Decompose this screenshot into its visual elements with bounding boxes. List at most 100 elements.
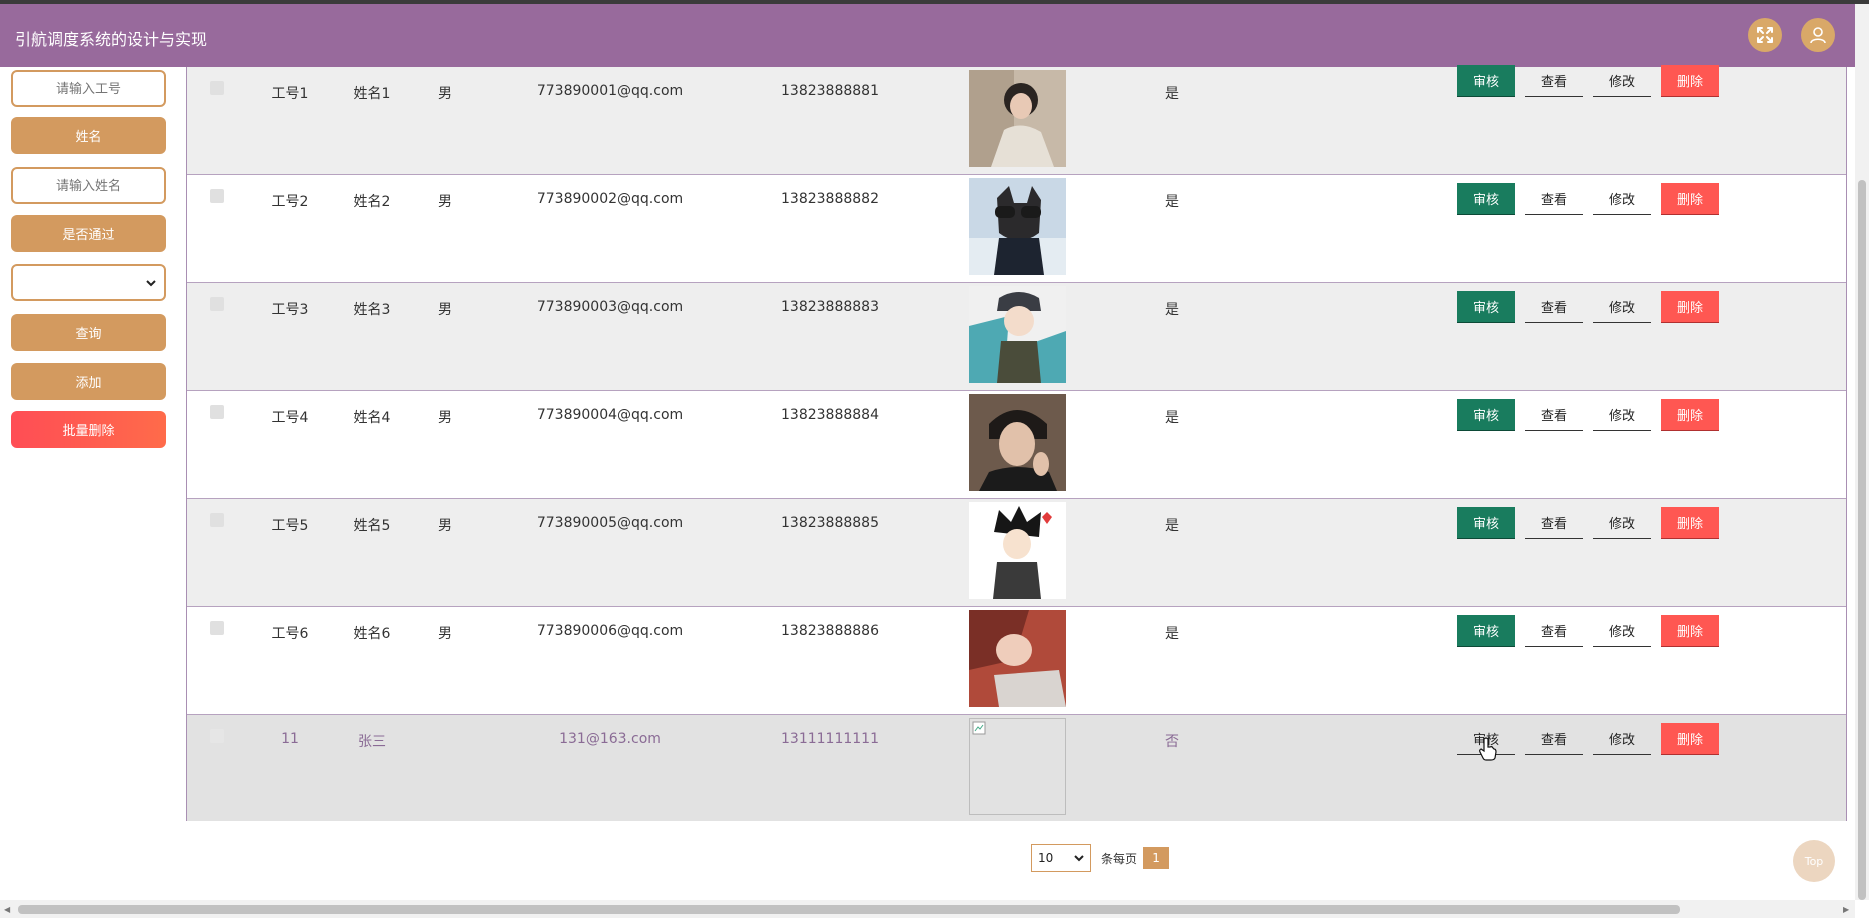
row-checkbox[interactable] <box>210 405 224 419</box>
passed-select[interactable] <box>11 264 166 301</box>
table-row: 工号2 姓名2 男 773890002@qq.com 13823888882 是… <box>187 175 1846 283</box>
name-cell: 姓名5 <box>353 518 391 534</box>
name-cell: 姓名2 <box>353 194 391 210</box>
audit-button[interactable]: 审核 <box>1457 399 1515 431</box>
phone-cell: 13823888885 <box>781 515 879 531</box>
audit-button[interactable]: 审核 <box>1457 183 1515 215</box>
edit-button[interactable]: 修改 <box>1593 291 1651 323</box>
page-number-current[interactable]: 1 <box>1143 847 1170 869</box>
add-button[interactable]: 添加 <box>11 363 166 400</box>
hand-cursor-icon <box>1479 737 1497 761</box>
phone-cell: 13823888881 <box>781 83 879 99</box>
passed-cell: 是 <box>1165 518 1179 534</box>
row-checkbox[interactable] <box>210 729 224 743</box>
passed-cell: 是 <box>1165 86 1179 102</box>
email-cell: 773890005@qq.com <box>536 515 684 531</box>
name-cell: 张三 <box>358 734 386 750</box>
delete-button[interactable]: 删除 <box>1661 65 1719 97</box>
row-checkbox[interactable] <box>210 81 224 95</box>
email-cell: 773890002@qq.com <box>536 191 684 207</box>
emp-no-cell: 工号2 <box>271 194 309 210</box>
delete-button[interactable]: 删除 <box>1661 291 1719 323</box>
edit-button[interactable]: 修改 <box>1593 183 1651 215</box>
back-to-top-button[interactable]: Top <box>1793 840 1835 882</box>
row-checkbox[interactable] <box>210 621 224 635</box>
phone-cell: 13823888886 <box>781 623 879 639</box>
search-sidebar: 姓名 是否通过 查询 添加 批量删除 <box>0 67 180 900</box>
view-button[interactable]: 查看 <box>1525 65 1583 97</box>
avatar-photo[interactable] <box>969 178 1066 275</box>
delete-button[interactable]: 删除 <box>1661 723 1719 755</box>
audit-button[interactable]: 审核 <box>1457 291 1515 323</box>
batch-delete-button[interactable]: 批量删除 <box>11 411 166 448</box>
horizontal-scrollbar-thumb[interactable] <box>18 905 1680 914</box>
horizontal-scrollbar[interactable]: ◀ ▶ <box>0 900 1855 918</box>
delete-button[interactable]: 删除 <box>1661 507 1719 539</box>
scroll-right-arrow-icon[interactable]: ▶ <box>1843 905 1849 914</box>
email-cell: 773890003@qq.com <box>536 299 684 315</box>
view-button[interactable]: 查看 <box>1525 291 1583 323</box>
emp-no-cell: 工号4 <box>271 410 309 426</box>
delete-button[interactable]: 删除 <box>1661 615 1719 647</box>
vertical-scrollbar-thumb[interactable] <box>1858 180 1866 900</box>
fullscreen-button[interactable] <box>1748 18 1782 52</box>
edit-button[interactable]: 修改 <box>1593 399 1651 431</box>
audit-button[interactable]: 审核 <box>1457 507 1515 539</box>
avatar-photo[interactable] <box>969 718 1066 815</box>
name-input[interactable] <box>11 167 166 204</box>
edit-button[interactable]: 修改 <box>1593 507 1651 539</box>
page-size-value: 10 <box>1038 851 1054 865</box>
table-row: 工号5 姓名5 男 773890005@qq.com 13823888885 是… <box>187 499 1846 607</box>
view-button[interactable]: 查看 <box>1525 615 1583 647</box>
delete-button[interactable]: 删除 <box>1661 183 1719 215</box>
gender-cell: 男 <box>438 626 452 642</box>
search-button[interactable]: 查询 <box>11 314 166 351</box>
view-button[interactable]: 查看 <box>1525 399 1583 431</box>
name-cell: 姓名1 <box>353 86 391 102</box>
edit-button[interactable]: 修改 <box>1593 65 1651 97</box>
audit-button[interactable]: 审核 <box>1457 615 1515 647</box>
row-checkbox[interactable] <box>210 297 224 311</box>
user-button[interactable] <box>1801 18 1835 52</box>
name-label: 姓名 <box>11 117 166 154</box>
chevron-down-icon <box>146 279 156 286</box>
avatar-photo[interactable] <box>969 394 1066 491</box>
passed-label: 是否通过 <box>11 215 166 252</box>
passed-cell: 是 <box>1165 626 1179 642</box>
pagination: 10 条每页 1 <box>1031 843 1170 873</box>
page-size-select[interactable]: 10 <box>1031 844 1091 872</box>
view-button[interactable]: 查看 <box>1525 723 1583 755</box>
gender-cell: 男 <box>438 410 452 426</box>
phone-cell: 13823888883 <box>781 299 879 315</box>
row-checkbox[interactable] <box>210 189 224 203</box>
avatar-photo[interactable] <box>969 502 1066 599</box>
avatar-photo[interactable] <box>969 610 1066 707</box>
view-button[interactable]: 查看 <box>1525 183 1583 215</box>
gender-cell: 男 <box>438 194 452 210</box>
employee-no-input[interactable] <box>11 70 166 107</box>
avatar-photo[interactable] <box>969 286 1066 383</box>
table-row: 11 张三 131@163.com 13111111111 否 审核 查看 修改… <box>187 715 1846 821</box>
app-title: 引航调度系统的设计与实现 <box>15 30 208 49</box>
gender-cell: 男 <box>438 86 452 102</box>
edit-button[interactable]: 修改 <box>1593 615 1651 647</box>
passed-cell: 是 <box>1165 302 1179 318</box>
phone-cell: 13823888884 <box>781 407 879 423</box>
table-row: 工号6 姓名6 男 773890006@qq.com 13823888886 是… <box>187 607 1846 715</box>
vertical-scrollbar[interactable] <box>1855 4 1869 900</box>
phone-cell: 13823888882 <box>781 191 879 207</box>
delete-button[interactable]: 删除 <box>1661 399 1719 431</box>
scroll-left-arrow-icon[interactable]: ◀ <box>4 905 10 914</box>
gender-cell: 男 <box>438 518 452 534</box>
audit-button[interactable]: 审核 <box>1457 65 1515 97</box>
name-cell: 姓名6 <box>353 626 391 642</box>
emp-no-cell: 工号3 <box>271 302 309 318</box>
view-button[interactable]: 查看 <box>1525 507 1583 539</box>
email-cell: 131@163.com <box>559 731 661 747</box>
data-table: 工号1 姓名1 男 773890001@qq.com 13823888881 是… <box>186 65 1847 821</box>
edit-button[interactable]: 修改 <box>1593 723 1651 755</box>
emp-no-cell: 11 <box>281 731 299 747</box>
avatar-photo[interactable] <box>969 70 1066 167</box>
row-checkbox[interactable] <box>210 513 224 527</box>
gender-cell: 男 <box>438 302 452 318</box>
